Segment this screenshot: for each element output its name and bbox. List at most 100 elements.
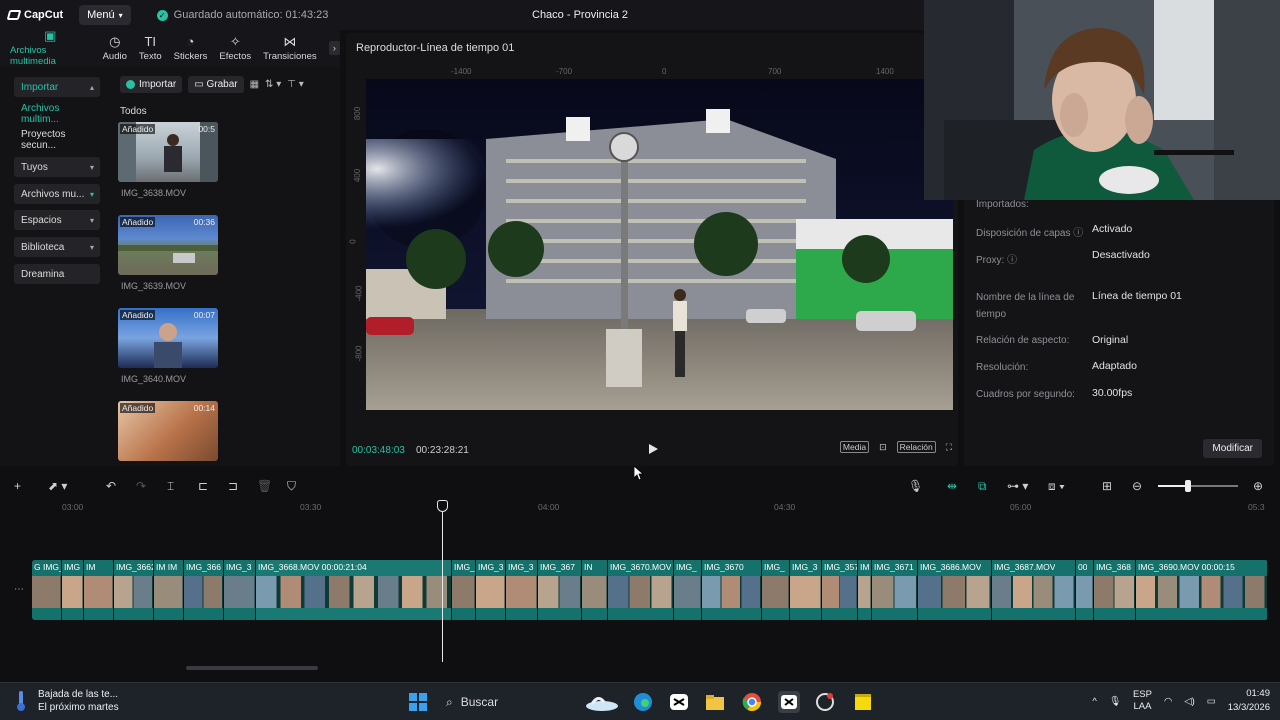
zoom-in-icon[interactable]: ⊕: [1253, 479, 1263, 493]
microphone-icon[interactable]: 🎙: [908, 479, 923, 493]
zoom-slider-thumb[interactable]: [1185, 480, 1191, 492]
fit-icon[interactable]: ⊞: [1102, 479, 1112, 493]
timeline-clip[interactable]: IMG_3687.MOV: [992, 560, 1076, 620]
select-tool-icon[interactable]: ⬈ ▾: [48, 479, 67, 493]
timeline-clip[interactable]: IMG_3670: [702, 560, 762, 620]
media-item[interactable]: Añadido 00:07 IMG_3640.MOV: [118, 308, 218, 384]
language-indicator[interactable]: ESP LAA: [1133, 689, 1152, 713]
timeline-clip[interactable]: IMG_3: [506, 560, 538, 620]
tab-effects[interactable]: ✧ Efectos: [219, 35, 251, 62]
add-track-icon[interactable]: +: [14, 479, 21, 493]
timeline-clip[interactable]: IM: [84, 560, 114, 620]
marker-icon[interactable]: ⛉: [287, 479, 296, 494]
filter-icon[interactable]: ⊤ ▾: [287, 79, 304, 90]
timeline-clip[interactable]: IMG_366: [184, 560, 224, 620]
info-icon[interactable]: ⓘ: [1007, 255, 1017, 266]
grid-view-icon[interactable]: ▦: [250, 79, 259, 90]
chrome-icon[interactable]: [741, 691, 763, 713]
timeline-clip[interactable]: IM: [858, 560, 872, 620]
fullscreen-icon[interactable]: ⛶: [946, 442, 952, 453]
swan-widget-icon[interactable]: [584, 691, 620, 713]
chevron-up-icon[interactable]: ^: [1092, 696, 1096, 707]
play-icon[interactable]: [646, 442, 660, 456]
wifi-icon[interactable]: ◠: [1164, 696, 1172, 707]
media-item[interactable]: Añadido 00:5 IMG_3638.MOV: [118, 122, 218, 198]
capcut-active-icon[interactable]: [778, 691, 800, 713]
capcut-taskbar-icon[interactable]: [668, 691, 690, 713]
timeline-clip[interactable]: IMG_3671: [872, 560, 918, 620]
timeline-clip[interactable]: IMG_367: [538, 560, 582, 620]
tab-media[interactable]: ▣ Archivos multimedia: [10, 29, 91, 67]
recording-app-icon[interactable]: [814, 691, 836, 713]
windows-start-icon[interactable]: [407, 691, 429, 713]
chevron-right-icon[interactable]: ›: [328, 41, 340, 55]
sort-icon[interactable]: ⇅ ▾: [265, 79, 281, 90]
timeline-clip[interactable]: IMG_3: [790, 560, 822, 620]
taskbar-search[interactable]: ⌕ Buscar: [440, 690, 590, 714]
sidebar-item-media-files[interactable]: Archivos multim...: [14, 103, 100, 125]
file-explorer-icon[interactable]: [704, 691, 726, 713]
modify-button[interactable]: Modificar: [1203, 439, 1262, 458]
timeline-clip[interactable]: IN: [582, 560, 608, 620]
playhead-handle[interactable]: [437, 500, 448, 512]
timeline-clip[interactable]: IMG_3: [476, 560, 506, 620]
edge-icon[interactable]: [632, 691, 654, 713]
timeline-clip[interactable]: IMG_3668.MOV 00:00:21:04: [256, 560, 452, 620]
timeline-clip[interactable]: IMG_368: [1094, 560, 1136, 620]
redo-icon[interactable]: ↷: [136, 479, 146, 493]
timeline-scrollbar[interactable]: [186, 666, 318, 670]
timeline-clip[interactable]: IMG_357: [822, 560, 858, 620]
weather-widget[interactable]: Bajada de las te... El próximo martes: [14, 688, 119, 714]
delete-icon[interactable]: 🗑: [257, 479, 272, 493]
media-item[interactable]: Añadido 00:14: [118, 401, 218, 461]
battery-icon[interactable]: ▭: [1207, 696, 1216, 707]
timeline-clip[interactable]: IM IM: [154, 560, 184, 620]
volume-icon[interactable]: ◁): [1184, 696, 1194, 707]
timeline-clip[interactable]: G IMG_36: [32, 560, 62, 620]
video-preview[interactable]: [366, 79, 953, 410]
sidebar-item-dreamina[interactable]: Dreamina: [14, 264, 100, 284]
record-button[interactable]: ▭ Grabar: [188, 76, 244, 93]
clock[interactable]: 01:49 13/3/2026: [1228, 687, 1270, 715]
magnet-icon[interactable]: ⧉: [978, 479, 987, 494]
tab-transitions[interactable]: ⋈ Transiciones: [263, 35, 317, 62]
zoom-slider[interactable]: [1158, 480, 1238, 492]
menu-button[interactable]: Menú ▾: [79, 5, 131, 25]
chain-icon[interactable]: ⊶ ▾: [1007, 479, 1028, 493]
undo-icon[interactable]: ↶: [106, 479, 116, 493]
ratio-button[interactable]: Relación: [896, 441, 936, 453]
timeline-clip[interactable]: IMG: [62, 560, 84, 620]
track-menu-icon[interactable]: ⋯: [14, 584, 24, 595]
tab-audio[interactable]: ◷ Audio: [103, 35, 127, 62]
sticky-notes-icon[interactable]: [852, 691, 874, 713]
import-button[interactable]: Importar: [120, 76, 183, 93]
timeline-clip[interactable]: IMG_3670.MOV: [608, 560, 674, 620]
timeline-clip[interactable]: IMG_3686.MOV: [918, 560, 992, 620]
timeline-clip[interactable]: IMG_3: [224, 560, 256, 620]
timeline-clip[interactable]: IMG_3662: [114, 560, 154, 620]
sidebar-item-import[interactable]: Importar ▴: [14, 77, 100, 97]
microphone-tray-icon[interactable]: 🎙: [1109, 696, 1121, 707]
split-icon[interactable]: ⌶: [167, 479, 174, 494]
timeline-clip[interactable]: 00: [1076, 560, 1094, 620]
sidebar-item-files[interactable]: Archivos mu... ▾: [14, 184, 100, 204]
screenshot-icon[interactable]: ⊡: [879, 442, 887, 453]
sidebar-item-spaces[interactable]: Espacios ▾: [14, 210, 100, 230]
sidebar-item-library[interactable]: Biblioteca ▾: [14, 237, 100, 257]
tab-stickers[interactable]: ◔ Stickers: [174, 35, 208, 62]
zoom-out-icon[interactable]: ⊖: [1132, 479, 1142, 493]
info-icon[interactable]: ⓘ: [1073, 228, 1083, 239]
media-button[interactable]: Media: [839, 441, 870, 453]
link-clips-icon[interactable]: ⇹: [947, 479, 957, 493]
media-item[interactable]: Añadido 00:36 IMG_3639.MOV: [118, 215, 218, 291]
timeline-clip[interactable]: IMG_: [762, 560, 790, 620]
tab-text[interactable]: TI Texto: [139, 35, 162, 62]
split-right-icon[interactable]: ⊐: [228, 479, 238, 493]
split-left-icon[interactable]: ⊏: [198, 479, 208, 493]
preview-axis-icon[interactable]: ⧈ ▾: [1048, 479, 1065, 494]
timeline-clip[interactable]: IMG_3690.MOV 00:00:15: [1136, 560, 1268, 620]
sidebar-item-yours[interactable]: Tuyos ▾: [14, 157, 100, 177]
sidebar-item-subprojects[interactable]: Proyectos secun...: [14, 129, 100, 151]
timeline-clip[interactable]: IMG_3: [452, 560, 476, 620]
timeline-clip[interactable]: IMG_: [674, 560, 702, 620]
